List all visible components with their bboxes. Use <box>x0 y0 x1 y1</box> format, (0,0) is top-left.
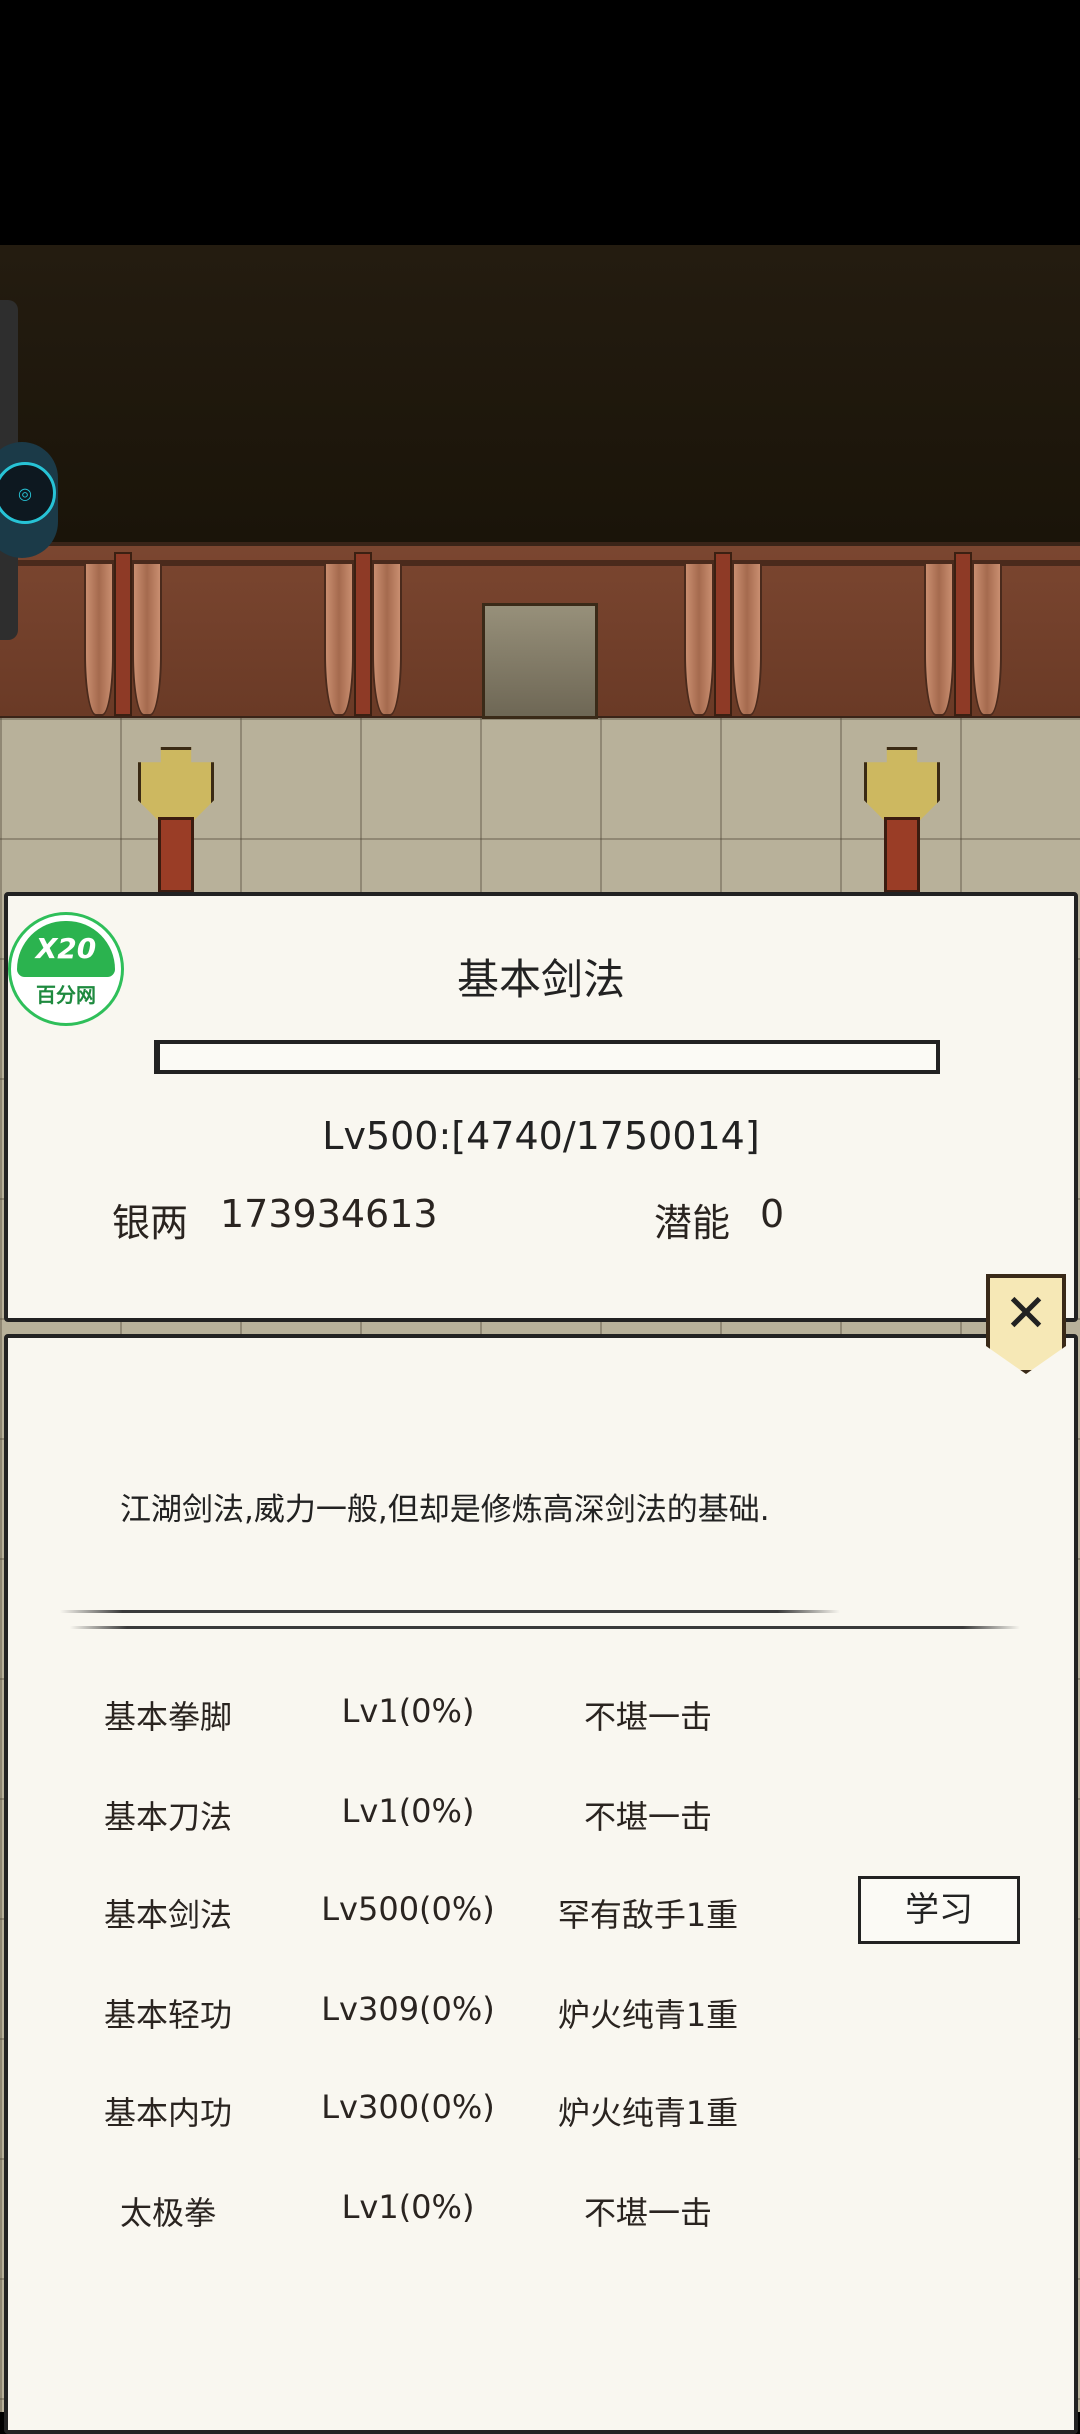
skill-level: Lv309(0%) <box>321 1990 495 2028</box>
skill-row[interactable]: 基本刀法 Lv1(0%) 不堪一击 <box>8 1766 1074 1864</box>
skill-level: Lv500(0%) <box>321 1890 495 1928</box>
skill-level: Lv1(0%) <box>341 1692 475 1730</box>
wall-rail <box>0 560 1080 566</box>
skill-name: 基本轻功 <box>103 1996 232 2034</box>
watermark-logo: X20 百分网 <box>8 912 124 1026</box>
skill-rank: 不堪一击 <box>583 1698 712 1736</box>
skill-name: 基本内功 <box>103 2094 232 2132</box>
skill-name: 基本剑法 <box>103 1896 232 1934</box>
skill-name: 基本拳脚 <box>103 1698 232 1736</box>
doorway <box>482 603 598 719</box>
stone-lantern <box>854 747 944 893</box>
skill-rank: 炉火纯青1重 <box>557 1996 739 2034</box>
curtain-pillar <box>324 552 402 716</box>
skill-description: 江湖剑法,威力一般,但却是修炼高深剑法的基础. <box>120 1492 770 1528</box>
silver-label: 银两 <box>112 1201 189 1245</box>
assistant-icon: ◎ <box>0 462 56 524</box>
skill-level: Lv1(0%) <box>341 1792 475 1830</box>
skill-rank: 不堪一击 <box>583 1798 712 1836</box>
skill-row[interactable]: 太极拳 Lv1(0%) 不堪一击 <box>8 2162 1074 2260</box>
skill-level: Lv1(0%) <box>341 2188 475 2226</box>
skill-info-panel: 基本剑法 Lv500:[4740/1750014] 银两 173934613 潜… <box>4 892 1078 1322</box>
skill-row[interactable]: 基本轻功 Lv309(0%) 炉火纯青1重 <box>8 1964 1074 2062</box>
close-icon: ✕ <box>1004 1284 1048 1344</box>
skill-name: 太极拳 <box>119 2194 216 2232</box>
learn-button[interactable]: 学习 <box>858 1876 1020 1944</box>
curtain-pillar <box>924 552 1002 716</box>
divider <box>70 1626 1020 1629</box>
skill-progress-fill <box>158 1044 161 1070</box>
silver-value: 173934613 <box>220 1192 438 1236</box>
watermark-bottom: 百分网 <box>36 983 96 1007</box>
skill-level: Lv300(0%) <box>321 2088 495 2126</box>
dark-ceiling <box>0 245 1080 542</box>
floating-assistant-badge[interactable]: ◎ <box>0 442 58 558</box>
potential-label: 潜能 <box>654 1201 731 1245</box>
skill-row[interactable]: 基本拳脚 Lv1(0%) 不堪一击 <box>8 1666 1074 1764</box>
selected-row-underline <box>60 1610 840 1613</box>
curtain-pillar <box>84 552 162 716</box>
skill-title: 基本剑法 <box>456 955 625 1004</box>
skill-row[interactable]: 基本内功 Lv300(0%) 炉火纯青1重 <box>8 2062 1074 2160</box>
stone-lantern <box>128 747 218 893</box>
watermark-top: X20 <box>17 921 115 977</box>
skill-name: 基本刀法 <box>103 1798 232 1836</box>
skill-level-text: Lv500:[4740/1750014] <box>322 1114 760 1158</box>
skill-rank: 炉火纯青1重 <box>557 2094 739 2132</box>
skill-rank: 不堪一击 <box>583 2194 712 2232</box>
curtain-pillar <box>684 552 762 716</box>
skill-progress-bar <box>154 1040 940 1074</box>
skill-rank: 罕有敌手1重 <box>557 1896 739 1934</box>
potential-value: 0 <box>760 1192 785 1236</box>
